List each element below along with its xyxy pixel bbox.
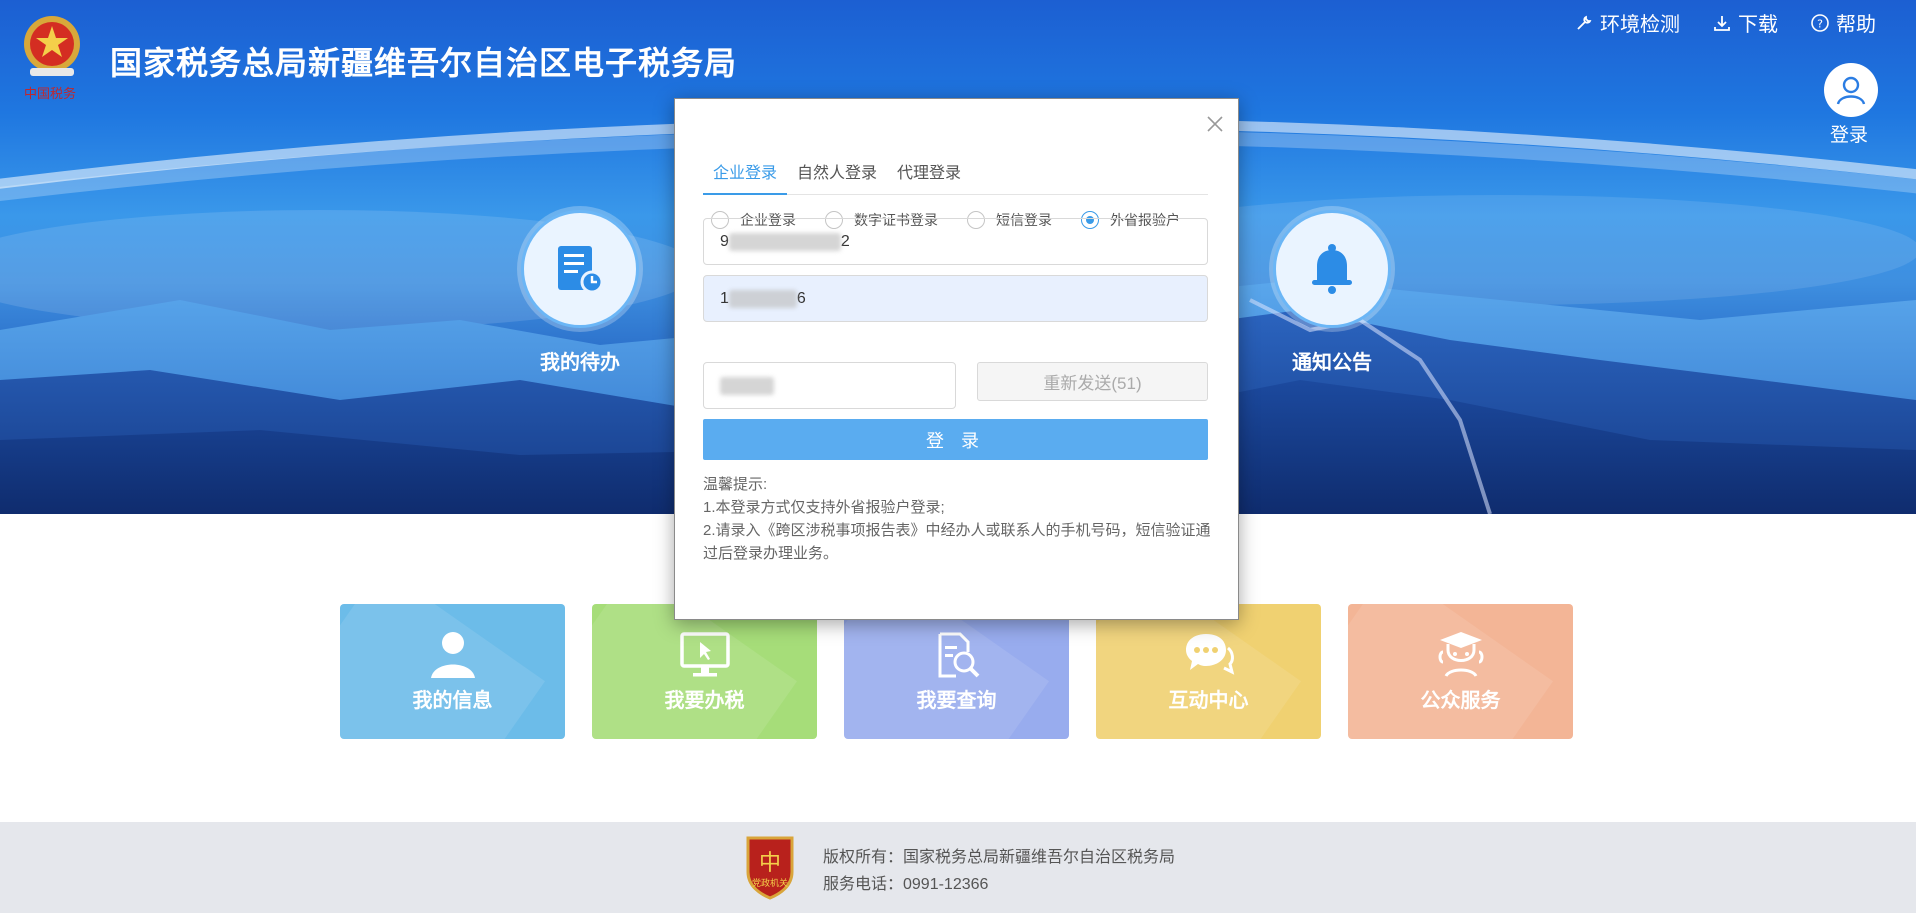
site-title: 国家税务总局新疆维吾尔自治区电子税务局 xyxy=(110,44,738,82)
page-footer: 中 党政机关 版权所有：国家税务总局新疆维吾尔自治区税务局 服务电话：0991-… xyxy=(0,822,1916,913)
bell-icon xyxy=(1312,244,1352,294)
service-agent-icon xyxy=(1438,632,1483,677)
tab-enterprise-login[interactable]: 企业登录 xyxy=(703,155,788,195)
top-links: 环境检测 下载 ? 帮助 xyxy=(1574,8,1876,37)
my-todo-label: 我的待办 xyxy=(540,350,620,374)
notice-icon-ring xyxy=(1273,210,1391,328)
service-tiles: 我的信息 我要办税 我要查询 互动中心 公众服务 xyxy=(340,604,1573,739)
phone-end: 6 xyxy=(796,289,806,307)
taxpayer-id-end: 2 xyxy=(840,232,850,250)
svg-text:中国税务: 中国税务 xyxy=(24,86,76,102)
login-tabs: 企业登录 自然人登录 代理登录 xyxy=(703,155,1208,195)
wrench-icon xyxy=(1577,15,1592,30)
login-button[interactable]: 登 录 xyxy=(703,419,1208,460)
notice-feature[interactable]: 通知公告 xyxy=(1273,210,1391,375)
todo-document-icon xyxy=(558,246,604,294)
tile-my-info[interactable]: 我的信息 xyxy=(340,604,565,739)
tip-item: 1.本登录方式仅支持外省报验户登录; xyxy=(703,499,945,516)
login-avatar-button[interactable] xyxy=(1824,63,1878,117)
badge-text: 党政机关 xyxy=(752,877,788,889)
phone-start: 1 xyxy=(720,289,729,307)
footer-phone: 服务电话：0991-12366 xyxy=(823,876,989,893)
sms-code-input[interactable] xyxy=(703,362,956,409)
tile-tax-handling[interactable]: 我要办税 xyxy=(592,604,817,739)
tile-tax-handling-label: 我要办税 xyxy=(664,688,745,712)
footer-copyright: 版权所有：国家税务总局新疆维吾尔自治区税务局 xyxy=(823,849,1176,866)
tab-agent-login[interactable]: 代理登录 xyxy=(887,155,971,195)
todo-icon-ring xyxy=(521,210,639,328)
svg-text:?: ? xyxy=(1817,17,1823,30)
tile-interaction-label: 互动中心 xyxy=(1168,688,1249,712)
user-icon xyxy=(1836,76,1866,105)
download-label: 下载 xyxy=(1738,14,1778,36)
env-check-link[interactable]: 环境检测 xyxy=(1574,8,1680,37)
tile-interaction[interactable]: 互动中心 xyxy=(1096,604,1321,739)
notice-label: 通知公告 xyxy=(1292,350,1372,374)
close-icon[interactable] xyxy=(1206,115,1224,133)
download-icon xyxy=(1714,15,1730,31)
help-label: 帮助 xyxy=(1836,14,1876,36)
tips-title: 温馨提示: xyxy=(703,476,768,493)
download-link[interactable]: 下载 xyxy=(1712,8,1778,37)
svg-text:中: 中 xyxy=(759,851,781,876)
tile-query[interactable]: 我要查询 xyxy=(844,604,1069,739)
party-government-badge: 中 党政机关 xyxy=(746,836,794,900)
tile-public-service-label: 公众服务 xyxy=(1420,688,1501,712)
tile-public-service[interactable]: 公众服务 xyxy=(1348,604,1573,739)
user-icon xyxy=(430,632,475,678)
my-todo-feature[interactable]: 我的待办 xyxy=(521,210,639,375)
taxpayer-id-input[interactable]: 9 2 xyxy=(703,218,1208,265)
chat-bubble-icon xyxy=(1185,634,1234,675)
tab-individual-login[interactable]: 自然人登录 xyxy=(787,155,887,195)
redacted-mask xyxy=(720,376,774,395)
env-check-label: 环境检测 xyxy=(1600,14,1680,36)
help-link[interactable]: ? 帮助 xyxy=(1810,8,1876,37)
phone-input[interactable]: 1 6 xyxy=(703,275,1208,322)
tip-item: 2.请录入《跨区涉税事项报告表》中经办人或联系人的手机号码，短信验证通过后登录办… xyxy=(703,522,1211,562)
monitor-icon xyxy=(679,632,730,677)
tile-query-label: 我要查询 xyxy=(916,688,997,712)
redacted-mask xyxy=(728,289,797,308)
help-icon: ? xyxy=(1811,13,1829,32)
login-link[interactable]: 登录 xyxy=(1830,120,1868,147)
login-modal: 企业登录 自然人登录 代理登录 企业登录 数字证书登录 短信登录 外省报验户 9… xyxy=(674,98,1239,620)
taxpayer-id-start: 9 xyxy=(720,232,729,250)
footer-text: 版权所有：国家税务总局新疆维吾尔自治区税务局 服务电话：0991-12366 xyxy=(823,844,1175,898)
login-tips: 温馨提示: 1.本登录方式仅支持外省报验户登录; 2.请录入《跨区涉税事项报告表… xyxy=(703,473,1213,565)
redacted-mask xyxy=(728,232,841,251)
document-search-icon xyxy=(938,632,979,678)
resend-code-button[interactable]: 重新发送(51) xyxy=(977,362,1208,401)
tax-emblem-logo: 中国税务 xyxy=(24,16,80,102)
tile-my-info-label: 我的信息 xyxy=(412,688,493,712)
